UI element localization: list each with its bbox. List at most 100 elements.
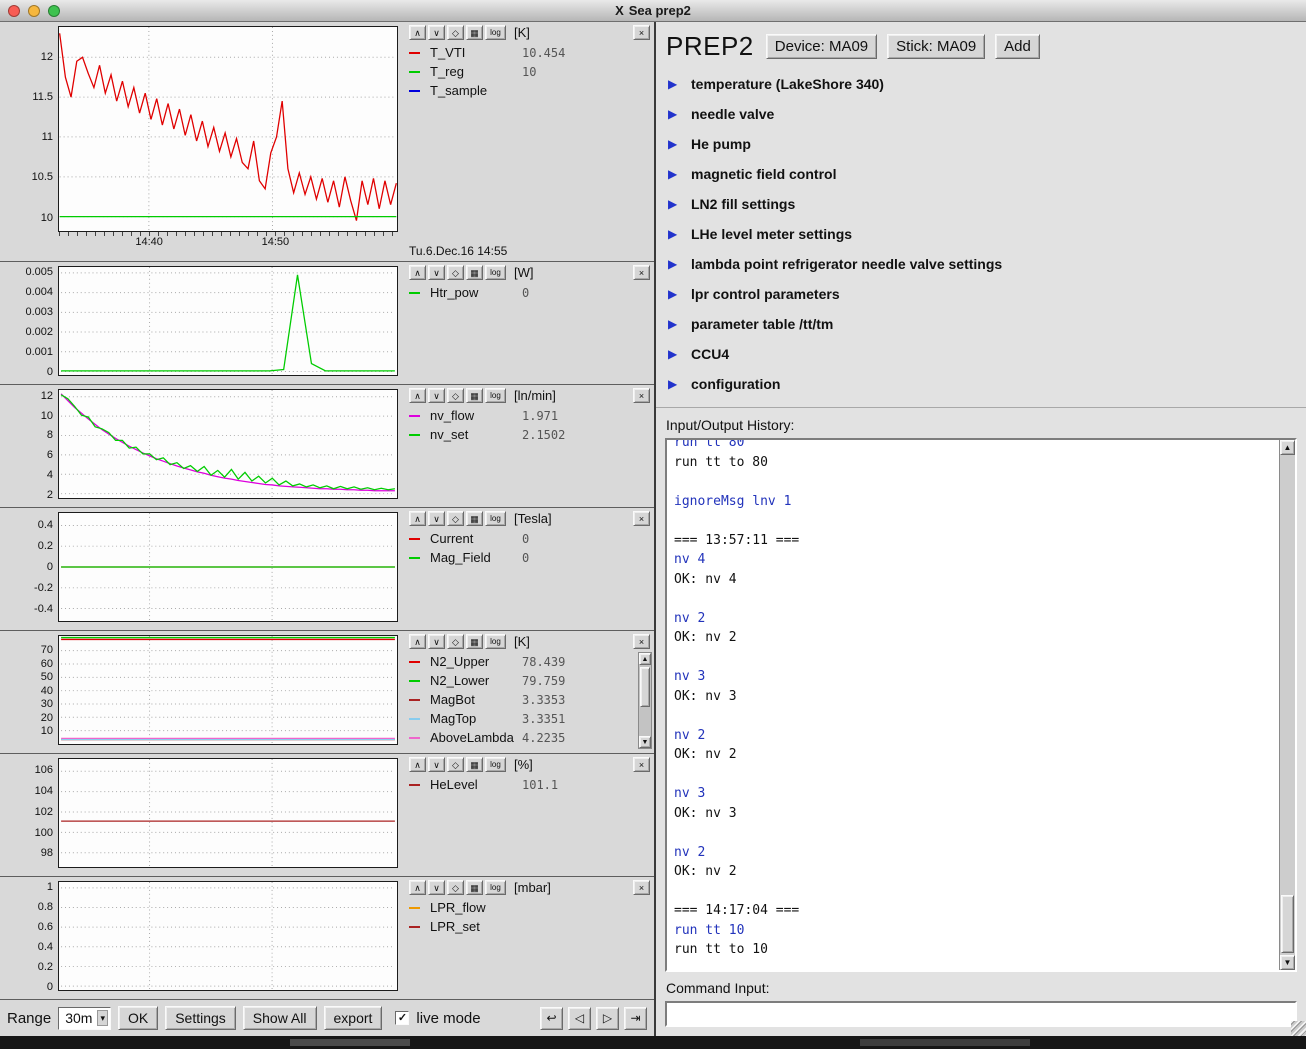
plot-region[interactable] <box>58 262 402 384</box>
scroll-up-button[interactable]: ∧ <box>409 25 426 40</box>
zoom-button[interactable]: ◇ <box>447 511 464 526</box>
scroll-down-button[interactable]: ∨ <box>428 265 445 280</box>
command-input[interactable] <box>665 1001 1297 1027</box>
tree-item[interactable]: ▶temperature (LakeShore 340) <box>668 69 1306 99</box>
scroll-up-button[interactable]: ∧ <box>409 634 426 649</box>
series-name: MagTop <box>430 711 522 726</box>
ok-button[interactable]: OK <box>118 1006 158 1030</box>
tree-item[interactable]: ▶parameter table /tt/tm <box>668 309 1306 339</box>
console-output[interactable]: run tt 80run tt to 80 ignoreMsg lnv 1 ==… <box>667 440 1279 970</box>
add-button[interactable]: Add <box>995 34 1040 59</box>
page-right-button[interactable]: ▷ <box>596 1007 619 1030</box>
series-color-dash <box>409 538 420 540</box>
show-all-button[interactable]: Show All <box>243 1006 317 1030</box>
scroll-up-button[interactable]: ∧ <box>409 388 426 403</box>
close-chart-button[interactable]: × <box>633 265 650 280</box>
plot-region[interactable] <box>58 508 402 630</box>
plot-region[interactable] <box>58 385 402 507</box>
grid-button[interactable]: ▦ <box>466 880 483 895</box>
scroll-up-button[interactable]: ∧ <box>409 511 426 526</box>
close-chart-button[interactable]: × <box>633 388 650 403</box>
scroll-up-button[interactable]: ∧ <box>409 265 426 280</box>
plot-region[interactable]: 14:4014:50 <box>58 22 402 261</box>
window-titlebar[interactable]: XSea prep2 <box>0 0 1306 22</box>
tree-item[interactable]: ▶He pump <box>668 129 1306 159</box>
range-dropdown[interactable]: 30m ▾ <box>58 1007 111 1030</box>
zoom-button[interactable]: ◇ <box>447 880 464 895</box>
page-left-button[interactable]: ◁ <box>568 1007 591 1030</box>
stick-button[interactable]: Stick: MA09 <box>887 34 985 59</box>
close-chart-button[interactable]: × <box>633 757 650 772</box>
log-scale-button[interactable]: log <box>485 511 506 526</box>
close-chart-button[interactable]: × <box>633 634 650 649</box>
zoom-button[interactable]: ◇ <box>447 388 464 403</box>
grid-button[interactable]: ▦ <box>466 265 483 280</box>
undo-zoom-button[interactable]: ↩ <box>540 1007 563 1030</box>
scroll-down-button[interactable]: ∨ <box>428 511 445 526</box>
range-label: Range <box>7 1010 51 1027</box>
tree-item[interactable]: ▶LN2 fill settings <box>668 189 1306 219</box>
scroll-down-button[interactable]: ∨ <box>428 25 445 40</box>
close-chart-button[interactable]: × <box>633 880 650 895</box>
y-axis: 10.80.60.40.20 <box>0 877 58 999</box>
scroll-down-button[interactable]: ∨ <box>428 880 445 895</box>
log-scale-button[interactable]: log <box>485 388 506 403</box>
plot-region[interactable] <box>58 877 402 999</box>
log-scale-button[interactable]: log <box>485 265 506 280</box>
close-chart-button[interactable]: × <box>633 511 650 526</box>
zoom-button[interactable]: ◇ <box>447 757 464 772</box>
zoom-button[interactable]: ◇ <box>447 634 464 649</box>
tree-item[interactable]: ▶lpr control parameters <box>668 279 1306 309</box>
tree-item[interactable]: ▶LHe level meter settings <box>668 219 1306 249</box>
expand-triangle-icon: ▶ <box>668 287 680 301</box>
zoom-button[interactable]: ◇ <box>447 25 464 40</box>
scroll-down-button[interactable]: ∨ <box>428 757 445 772</box>
close-chart-button[interactable]: × <box>633 25 650 40</box>
device-button[interactable]: Device: MA09 <box>766 34 877 59</box>
expand-triangle-icon: ▶ <box>668 197 680 211</box>
axis-unit-label: [%] <box>514 757 533 772</box>
export-button[interactable]: export <box>324 1006 383 1030</box>
log-scale-button[interactable]: log <box>485 880 506 895</box>
scroll-down-button[interactable]: ∨ <box>428 388 445 403</box>
scroll-up-button[interactable]: ▲ <box>639 653 651 665</box>
scroll-up-button[interactable]: ∧ <box>409 757 426 772</box>
scroll-down-button[interactable]: ▼ <box>639 736 651 748</box>
legend-scrollbar[interactable]: ▲▼ <box>638 652 652 749</box>
series-value: 3.3353 <box>522 693 565 707</box>
tree-item[interactable]: ▶configuration <box>668 369 1306 399</box>
tree-item[interactable]: ▶magnetic field control <box>668 159 1306 189</box>
legend-entries: Current0Mag_Field0 <box>409 529 650 567</box>
grid-button[interactable]: ▦ <box>466 25 483 40</box>
scrollbar-thumb[interactable] <box>1281 895 1294 953</box>
y-tick-label: 0.005 <box>25 265 53 279</box>
y-axis: 1211.51110.510 <box>0 22 58 261</box>
scrollbar-thumb[interactable] <box>640 667 650 707</box>
grid-button[interactable]: ▦ <box>466 634 483 649</box>
log-scale-button[interactable]: log <box>485 634 506 649</box>
plot-region[interactable] <box>58 754 402 876</box>
scroll-down-button[interactable]: ∨ <box>428 634 445 649</box>
grid-button[interactable]: ▦ <box>466 757 483 772</box>
zoom-button[interactable]: ◇ <box>447 265 464 280</box>
log-scale-button[interactable]: log <box>485 757 506 772</box>
legend-item: nv_set2.1502 <box>409 425 650 444</box>
grid-button[interactable]: ▦ <box>466 388 483 403</box>
tree-item[interactable]: ▶needle valve <box>668 99 1306 129</box>
settings-button[interactable]: Settings <box>165 1006 236 1030</box>
background-windows-strip <box>0 1036 1306 1049</box>
resize-grip[interactable] <box>1291 1021 1306 1036</box>
tree-item[interactable]: ▶lambda point refrigerator needle valve … <box>668 249 1306 279</box>
console-scrollbar[interactable]: ▲ ▼ <box>1279 440 1295 970</box>
jump-to-end-button[interactable]: ⇥ <box>624 1007 647 1030</box>
live-mode-checkbox[interactable]: ✓ <box>395 1011 409 1025</box>
scroll-up-button[interactable]: ▲ <box>1280 440 1295 455</box>
plot-region[interactable] <box>58 631 402 753</box>
tree-item[interactable]: ▶CCU4 <box>668 339 1306 369</box>
console-line: nv 3 <box>674 667 1272 687</box>
grid-button[interactable]: ▦ <box>466 511 483 526</box>
log-scale-button[interactable]: log <box>485 25 506 40</box>
series-color-dash <box>409 661 420 663</box>
scroll-up-button[interactable]: ∧ <box>409 880 426 895</box>
scroll-down-button[interactable]: ▼ <box>1280 955 1295 970</box>
